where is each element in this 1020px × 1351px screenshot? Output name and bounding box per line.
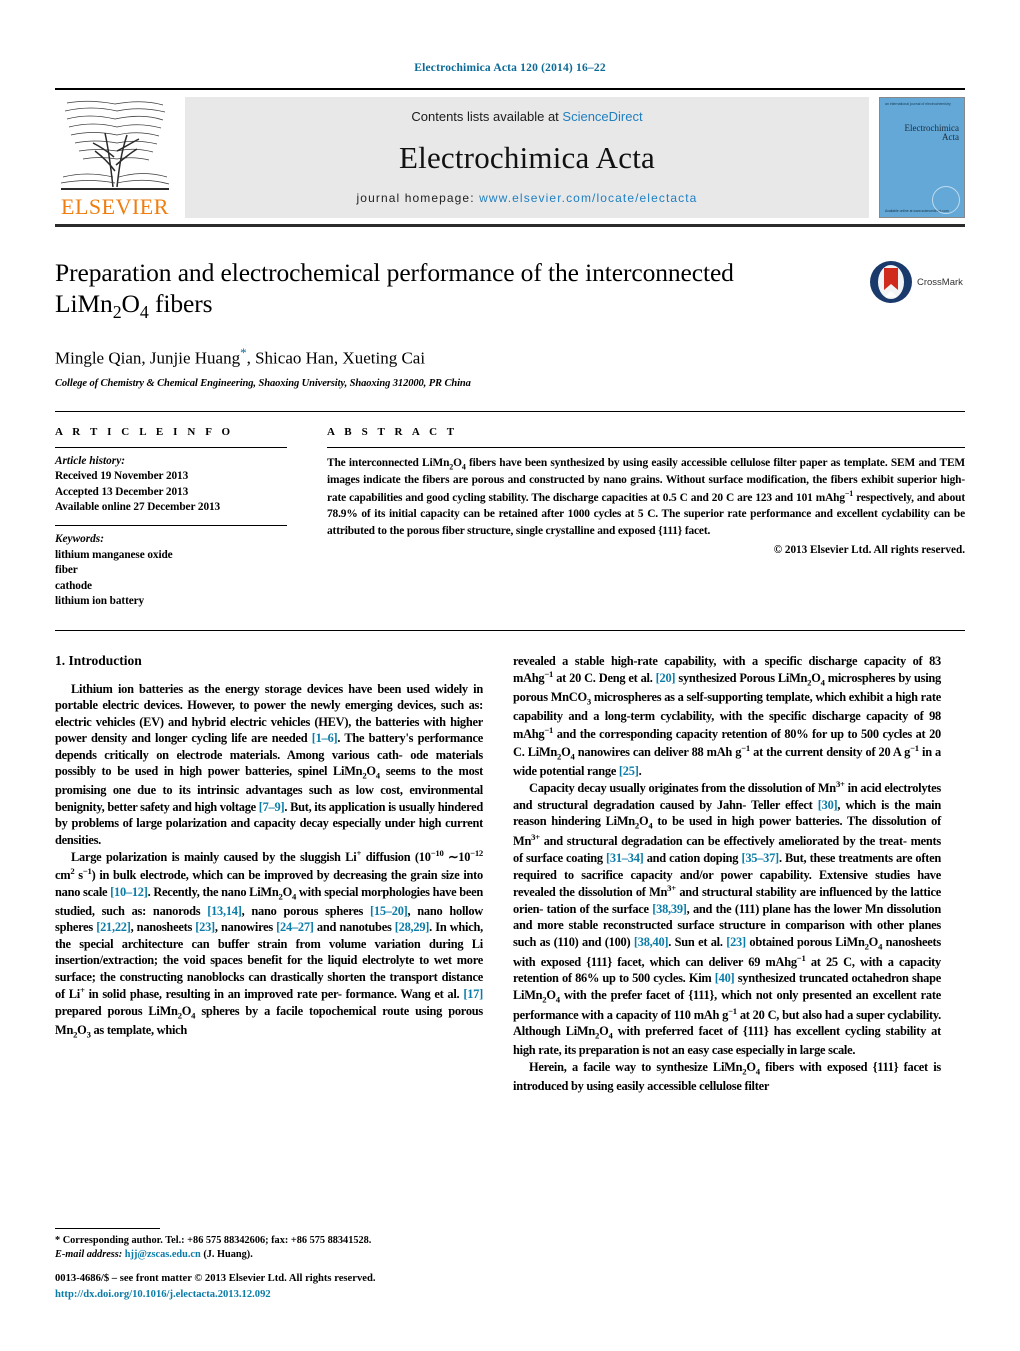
abstract-heading: A B S T R A C T [327, 425, 458, 438]
journal-homepage-line: journal homepage: www.elsevier.com/locat… [357, 191, 698, 205]
citation-link[interactable]: [31–34] [606, 851, 644, 865]
affiliation: College of Chemistry & Chemical Engineer… [55, 377, 471, 389]
masthead-center: Contents lists available at ScienceDirec… [185, 97, 869, 218]
title-line-1: Preparation and electrochemical performa… [55, 258, 734, 287]
contents-prefix: Contents lists available at [411, 109, 563, 124]
email-label: E-mail address: [55, 1249, 123, 1261]
corresponding-author-note: * Corresponding author. Tel.: +86 575 88… [55, 1234, 372, 1246]
journal-cover-thumbnail: an international journal of electrochemi… [879, 97, 965, 218]
crossmark-label: CrossMark [917, 276, 963, 288]
homepage-url-link[interactable]: www.elsevier.com/locate/electacta [479, 191, 697, 205]
crossmark-badge[interactable]: CrossMark [869, 259, 965, 305]
citation-link[interactable]: [23] [726, 935, 746, 949]
homepage-prefix: journal homepage: [356, 191, 480, 205]
citation-link[interactable]: [38,39] [652, 902, 687, 916]
keywords-group: Keywords: lithium manganese oxide fiber … [55, 526, 287, 610]
keyword-item: lithium ion battery [55, 595, 145, 608]
page-title: Preparation and electrochemical performa… [55, 257, 865, 324]
citation-link[interactable]: [17] [463, 987, 483, 1001]
cover-journal-title: Electrochimica Acta [905, 123, 959, 143]
title-block: Preparation and electrochemical performa… [55, 257, 965, 389]
email-note: E-mail address: hjj@zscas.edu.cn (J. Hua… [55, 1248, 483, 1263]
title-formula: LiMn2O4 fibers [55, 289, 213, 323]
sciencedirect-link[interactable]: ScienceDirect [562, 109, 642, 124]
body-right-column: revealed a stable high-rate capability, … [513, 653, 941, 1095]
journal-title: Electrochimica Acta [399, 139, 655, 175]
body-columns: 1. Introduction Lithium ion batteries as… [55, 629, 965, 1095]
email-link[interactable]: hjj@zscas.edu.cn [125, 1249, 201, 1260]
contents-available-line: Contents lists available at ScienceDirec… [411, 109, 642, 124]
cover-title-line2: Acta [942, 132, 959, 143]
article-history-group: Article history: Received 19 November 20… [55, 448, 287, 516]
paragraph: Large polarization is mainly caused by t… [55, 848, 484, 1040]
abstract-text: The interconnected LiMn2O4 fibers have b… [327, 456, 965, 537]
authors-tail: , Shicao Han, Xueting Cai [246, 348, 426, 368]
journal-masthead: ELSEVIER Contents lists available at Sci… [55, 88, 965, 227]
cover-tiny-top: an international journal of electrochemi… [885, 102, 951, 106]
paragraph: Lithium ion batteries as the energy stor… [55, 681, 483, 847]
citation-link[interactable]: [7–9] [259, 800, 285, 814]
citation-link[interactable]: [1–6] [312, 731, 338, 745]
citation-link[interactable]: [38,40] [634, 935, 669, 949]
citation-link[interactable]: [13,14] [207, 904, 242, 918]
keyword-item: fiber [55, 564, 78, 577]
cover-art: an international journal of electrochemi… [880, 98, 964, 217]
page-footer: 0013-4686/$ – see front matter © 2013 El… [55, 1271, 535, 1303]
doi-link[interactable]: http://dx.doi.org/10.1016/j.electacta.20… [55, 1287, 535, 1303]
cover-seal-icon [932, 186, 960, 214]
keyword-item: lithium manganese oxide [55, 548, 173, 561]
article-history-label: Article history: [55, 454, 125, 467]
body-left-column: 1. Introduction Lithium ion batteries as… [55, 653, 483, 1095]
authors-head: Mingle Qian, Junjie Huang [55, 348, 241, 368]
citation-link[interactable]: [30] [818, 798, 838, 812]
keywords-label: Keywords: [55, 532, 104, 545]
citation-link[interactable]: [28,29] [395, 920, 430, 934]
section-heading-introduction: 1. Introduction [55, 652, 142, 668]
info-abstract-section: A R T I C L E I N F O Article history: R… [55, 410, 965, 610]
abstract-column: A B S T R A C T The interconnected LiMn2… [327, 426, 965, 610]
author-list: Mingle Qian, Junjie Huang*, Shicao Han, … [55, 345, 865, 369]
citation-link[interactable]: [25] [619, 764, 639, 778]
issn-copyright-line: 0013-4686/$ – see front matter © 2013 El… [55, 1273, 376, 1285]
paragraph: Herein, a facile way to synthesize LiMn2… [513, 1059, 941, 1093]
footnote-rule [55, 1227, 160, 1229]
citation-link[interactable]: [23] [195, 920, 215, 934]
citation-link[interactable]: [21,22] [96, 920, 131, 934]
running-head: Electrochimica Acta 120 (2014) 16–22 [414, 62, 606, 74]
history-online: Available online 27 December 2013 [55, 501, 221, 514]
keyword-item: cathode [55, 579, 92, 592]
citation-link[interactable]: [10–12] [110, 885, 148, 899]
crossmark-icon [870, 261, 912, 303]
history-accepted: Accepted 13 December 2013 [55, 485, 189, 498]
citation-link[interactable]: [35–37] [741, 851, 779, 865]
citation-link[interactable]: [15–20] [370, 904, 408, 918]
paragraph: revealed a stable high-rate capability, … [513, 653, 941, 778]
footnote-block: * Corresponding author. Tel.: +86 575 88… [55, 1227, 483, 1263]
article-info-column: A R T I C L E I N F O Article history: R… [55, 426, 287, 610]
history-received: Received 19 November 2013 [55, 470, 189, 483]
paragraph: Capacity decay usually originates from t… [513, 779, 942, 1058]
email-owner: (J. Huang). [203, 1249, 253, 1261]
elsevier-wordmark: ELSEVIER [61, 194, 169, 219]
elsevier-tree-icon [59, 99, 171, 195]
citation-link[interactable]: [40] [715, 971, 735, 985]
article-info-heading: A R T I C L E I N F O [55, 425, 234, 438]
abstract-copyright: © 2013 Elsevier Ltd. All rights reserved… [773, 543, 965, 556]
elsevier-logo: ELSEVIER [55, 97, 175, 218]
paper-page: Electrochimica Acta 120 (2014) 16–22 ELS… [0, 0, 1020, 1351]
citation-link[interactable]: [20] [656, 671, 676, 685]
citation-link[interactable]: [24–27] [276, 920, 314, 934]
